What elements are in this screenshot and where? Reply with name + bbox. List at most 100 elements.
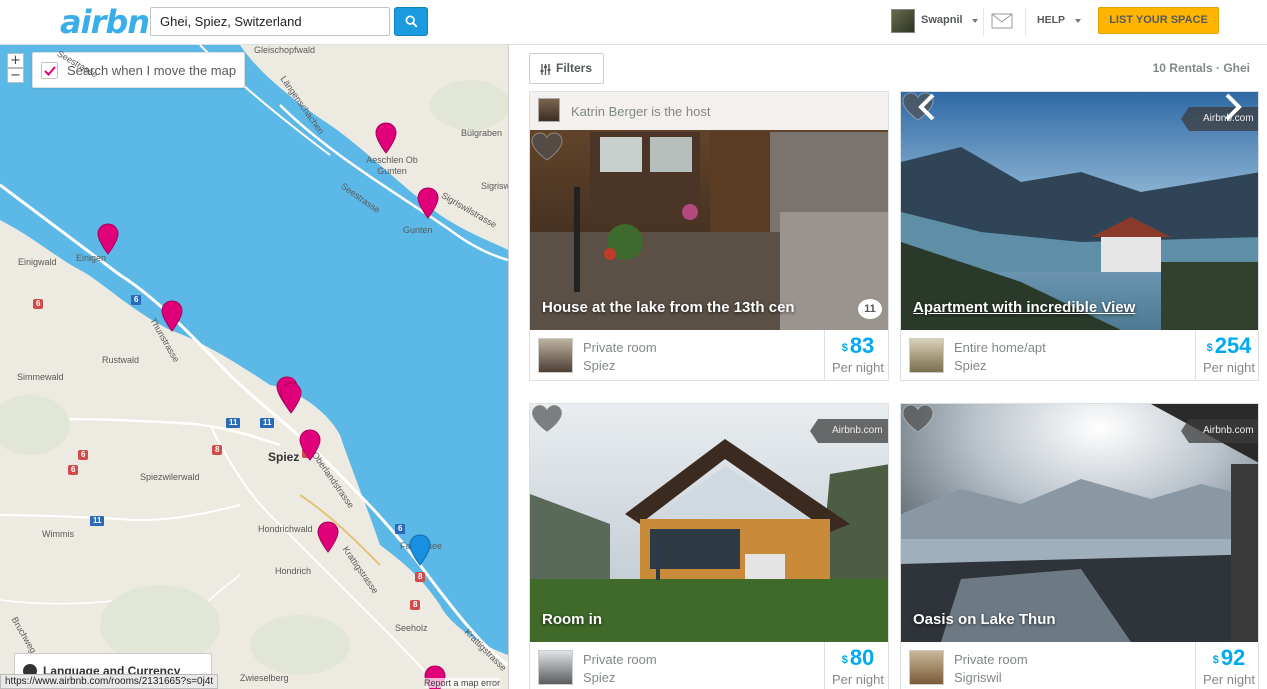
results-panel: Filters 10 Rentals · Ghei Katrin Berger …	[508, 45, 1267, 689]
search-button[interactable]	[394, 7, 428, 36]
road-sign: 8	[212, 445, 223, 455]
map-place-label: Wimmis	[42, 529, 74, 539]
filters-button[interactable]: Filters	[529, 53, 604, 84]
map-background	[0, 45, 508, 689]
airbnb-badge: Airbnb.com	[1181, 419, 1258, 443]
zoom-out-button[interactable]: −	[7, 68, 24, 83]
listing-pin-active[interactable]	[409, 534, 431, 566]
road-sign: 6	[395, 524, 406, 534]
price-value: 92	[1220, 645, 1246, 670]
listing-photo[interactable]: Airbnb.com Apartment with incredible Vie…	[901, 92, 1258, 330]
host-strip-label: Katrin Berger is the host	[571, 104, 711, 119]
room-type: Entire home/apt	[954, 340, 1046, 355]
map-place-label: Gunten	[403, 225, 433, 235]
search-input[interactable]	[150, 7, 390, 36]
host-avatar[interactable]	[538, 650, 573, 685]
chevron-down-icon[interactable]	[972, 19, 978, 23]
listing-price: $83	[825, 333, 888, 359]
listing-title[interactable]: Apartment with incredible View	[913, 299, 1135, 316]
map-panel[interactable]: + − Search when I move the map Gleischop…	[0, 45, 508, 689]
listing-card[interactable]: Katrin Berger is the host House at the l…	[529, 91, 889, 381]
host-avatar[interactable]	[538, 338, 573, 373]
price-value: 80	[849, 645, 875, 670]
user-avatar[interactable]	[891, 9, 915, 33]
user-name[interactable]: Swapnil	[921, 14, 963, 26]
per-night-label: Per night	[831, 360, 885, 375]
map-place-label: Hondrichwald	[258, 524, 313, 534]
room-type: Private room	[583, 652, 657, 667]
chevron-down-icon[interactable]	[1075, 19, 1081, 23]
listing-card[interactable]: Airbnb.com Room in Private room Spiez $8…	[529, 403, 889, 689]
map-place-label: Spiezwilerwald	[140, 472, 200, 482]
price-box: $254 Per night	[1195, 330, 1258, 380]
list-your-space-button[interactable]: LIST YOUR SPACE	[1098, 7, 1219, 34]
listing-pin[interactable]	[280, 382, 302, 414]
heart-icon[interactable]	[530, 404, 564, 434]
help-menu[interactable]: HELP	[1037, 14, 1065, 26]
map-place-label: Simmewald	[17, 372, 64, 382]
host-avatar[interactable]	[909, 338, 944, 373]
listing-location: Spiez	[954, 358, 987, 373]
divider	[983, 8, 984, 36]
listing-photo[interactable]: Katrin Berger is the host House at the l…	[530, 92, 888, 330]
listing-title[interactable]: House at the lake from the 13th cen	[542, 299, 795, 316]
chevron-left-icon[interactable]	[917, 92, 937, 122]
rental-count: 10 Rentals · Ghei	[1152, 61, 1250, 75]
listing-photo[interactable]: Airbnb.com Oasis on Lake Thun	[901, 404, 1258, 642]
map-place-label: Bülgraben	[461, 128, 503, 138]
airbnb-badge: Airbnb.com	[810, 419, 888, 443]
price-box: $83 Per night	[824, 330, 888, 380]
report-map-error-link[interactable]: Report a map error	[424, 678, 501, 688]
heart-icon[interactable]	[901, 404, 935, 434]
map-place-label: Einigwald	[18, 257, 57, 267]
listing-footer: Private room Spiez $80 Per night	[530, 642, 888, 689]
search-icon	[405, 15, 418, 28]
host-avatar[interactable]	[909, 650, 944, 685]
chevron-right-icon[interactable]	[1223, 92, 1243, 122]
search-on-move-checkbox[interactable]	[41, 62, 58, 79]
listing-footer: Entire home/apt Spiez $254 Per night	[901, 330, 1258, 380]
listing-pin[interactable]	[161, 300, 183, 332]
host-avatar[interactable]	[538, 98, 560, 122]
review-count-badge[interactable]: 11	[858, 299, 882, 319]
road-sign: 8	[410, 600, 421, 610]
divider	[1025, 8, 1026, 36]
road-sign: 11	[90, 516, 105, 526]
room-type: Private room	[954, 652, 1028, 667]
listing-card[interactable]: Airbnb.com Apartment with incredible Vie…	[900, 91, 1259, 381]
listing-pin[interactable]	[317, 521, 339, 553]
listing-price: $80	[825, 645, 888, 671]
listing-card[interactable]: Airbnb.com Oasis on Lake Thun Private ro…	[900, 403, 1259, 689]
per-night-label: Per night	[831, 672, 885, 687]
map-place-label: Zwieselberg	[240, 673, 289, 683]
currency-symbol: $	[841, 654, 848, 666]
listing-title[interactable]: Oasis on Lake Thun	[913, 611, 1056, 628]
filters-label: Filters	[556, 61, 593, 75]
zoom-in-button[interactable]: +	[7, 53, 24, 68]
listing-pin[interactable]	[417, 187, 439, 219]
listing-pin[interactable]	[375, 122, 397, 154]
currency-symbol: $	[1206, 342, 1213, 354]
host-strip: Katrin Berger is the host	[530, 92, 888, 130]
listing-footer: Private room Sigriswil $92 Per night	[901, 642, 1258, 689]
listing-pin[interactable]	[299, 429, 321, 461]
map-place-label: Hondrich	[275, 566, 312, 576]
mail-icon[interactable]	[991, 13, 1013, 29]
price-value: 83	[849, 333, 875, 358]
listing-title[interactable]: Room in	[542, 611, 602, 628]
road-sign: 6	[68, 465, 79, 475]
price-box: $80 Per night	[824, 642, 888, 689]
heart-icon[interactable]	[530, 132, 564, 162]
map-place-label: Seeholz	[395, 623, 428, 633]
road-sign: 11	[260, 418, 275, 428]
top-header: airbnb Swapnil HELP LIST YOUR SPACE	[0, 0, 1267, 45]
per-night-label: Per night	[1202, 360, 1256, 375]
listing-price: $254	[1196, 333, 1258, 359]
sliders-icon	[540, 64, 551, 75]
price-box: $92 Per night	[1195, 642, 1258, 689]
road-sign: 8	[415, 572, 426, 582]
listing-photo[interactable]: Airbnb.com Room in	[530, 404, 888, 642]
listing-location: Spiez	[583, 670, 616, 685]
map-place-label: Rustwald	[102, 355, 140, 365]
listing-pin[interactable]	[97, 223, 119, 255]
